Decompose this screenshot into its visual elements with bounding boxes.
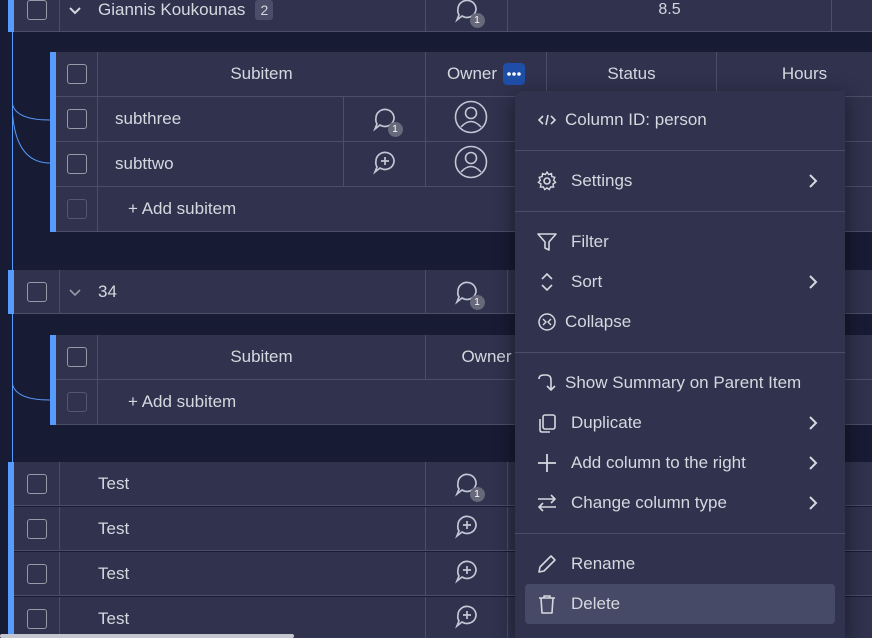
subitem-name[interactable]: subttwo (115, 154, 174, 174)
updates-icon[interactable]: 1 (453, 470, 485, 502)
subitem-name[interactable]: subthree (115, 109, 181, 129)
tree-connector (12, 100, 51, 164)
add-update-icon[interactable] (453, 557, 481, 590)
row-checkbox[interactable] (26, 473, 47, 494)
menu-item-show-summary[interactable]: Show Summary on Parent Item (525, 363, 835, 403)
column-header-subitem[interactable]: Subitem (230, 347, 292, 367)
person-avatar-icon[interactable] (454, 145, 488, 184)
updates-icon[interactable]: 1 (453, 278, 485, 310)
item-row[interactable]: Giannis Koukounas 2 1 8.5 (14, 0, 872, 32)
summary-arrow-icon (535, 371, 559, 395)
code-icon (535, 108, 559, 132)
menu-divider (515, 533, 845, 534)
updates-icon[interactable]: 1 (453, 0, 485, 28)
item-name[interactable]: Test (98, 474, 129, 494)
menu-item-label: Column ID: person (565, 110, 707, 129)
update-count: 1 (469, 486, 485, 502)
select-all-checkbox[interactable] (66, 64, 87, 84)
menu-item-label: Add column to the right (571, 453, 746, 472)
item-name[interactable]: Test (98, 519, 129, 539)
updates-icon[interactable]: 1 (371, 105, 403, 137)
sort-icon (535, 270, 559, 294)
row-checkbox (66, 199, 87, 219)
menu-divider (515, 150, 845, 151)
menu-item-label: Rename (571, 554, 636, 573)
update-count: 1 (469, 12, 485, 28)
column-context-menu: Column ID: person Settings Filter Sort C… (515, 91, 845, 638)
column-menu-icon[interactable] (503, 63, 526, 85)
menu-item-label: Collapse (565, 312, 632, 331)
item-name[interactable]: Giannis Koukounas (98, 0, 245, 20)
plus-icon (535, 451, 559, 475)
item-name[interactable]: Test (98, 609, 129, 629)
add-update-icon[interactable] (453, 602, 481, 635)
row-checkbox[interactable] (26, 0, 47, 20)
chevron-right-icon (809, 275, 818, 289)
tree-connector (12, 380, 51, 401)
menu-item-label: Change column type (571, 493, 727, 512)
column-header-subitem[interactable]: Subitem (230, 64, 292, 84)
add-update-icon[interactable] (453, 512, 481, 545)
row-checkbox[interactable] (26, 563, 47, 584)
menu-divider (515, 211, 845, 212)
row-checkbox (66, 392, 87, 412)
hours-value[interactable]: 8.5 (658, 1, 680, 19)
column-header-owner[interactable]: Owner (447, 64, 497, 84)
menu-item-change-column-type[interactable]: Change column type (525, 483, 835, 523)
chevron-down-icon[interactable] (64, 284, 86, 300)
menu-item-add-column-right[interactable]: Add column to the right (525, 443, 835, 483)
menu-item-label: Show Summary on Parent Item (565, 373, 802, 392)
person-avatar-icon[interactable] (454, 100, 488, 139)
subitem-count-badge: 2 (255, 0, 274, 20)
trash-icon (535, 592, 559, 616)
update-count: 1 (469, 294, 485, 310)
select-all-checkbox[interactable] (66, 347, 87, 367)
item-name[interactable]: 34 (98, 282, 117, 302)
column-header-status[interactable]: Status (607, 64, 655, 84)
menu-item-sort[interactable]: Sort (525, 262, 835, 302)
column-header-owner[interactable]: Owner (461, 347, 511, 367)
row-checkbox[interactable] (26, 281, 47, 302)
menu-item-settings[interactable]: Settings (525, 161, 835, 201)
gear-icon (535, 169, 559, 193)
column-header-hours[interactable]: Hours (782, 64, 827, 84)
menu-item-rename[interactable]: Rename (525, 544, 835, 584)
swap-arrows-icon (535, 491, 559, 515)
chevron-right-icon (809, 456, 818, 470)
menu-item-label: Settings (571, 171, 633, 190)
menu-divider (515, 352, 845, 353)
menu-item-filter[interactable]: Filter (525, 222, 835, 262)
row-checkbox[interactable] (66, 109, 87, 129)
duplicate-icon (535, 411, 559, 435)
row-checkbox[interactable] (26, 518, 47, 539)
horizontal-scrollbar[interactable] (0, 634, 294, 638)
menu-item-column-id[interactable]: Column ID: person (525, 100, 835, 140)
add-update-icon[interactable] (371, 148, 399, 181)
row-checkbox[interactable] (66, 154, 87, 174)
update-count: 1 (387, 122, 403, 137)
menu-item-delete[interactable]: Delete (525, 584, 835, 624)
menu-item-label: Delete (571, 594, 621, 613)
menu-item-label: Filter (571, 232, 609, 251)
chevron-right-icon (809, 496, 818, 510)
item-name[interactable]: Test (98, 564, 129, 584)
menu-item-label: Sort (571, 272, 603, 291)
add-subitem-button[interactable]: + Add subitem (128, 392, 236, 412)
pencil-icon (535, 552, 559, 576)
menu-item-collapse[interactable]: Collapse (525, 302, 835, 342)
row-checkbox[interactable] (26, 608, 47, 629)
filter-icon (535, 230, 559, 254)
chevron-right-icon (809, 416, 818, 430)
chevron-down-icon[interactable] (64, 2, 86, 18)
menu-item-duplicate[interactable]: Duplicate (525, 403, 835, 443)
menu-item-label: Duplicate (571, 413, 642, 432)
add-subitem-button[interactable]: + Add subitem (128, 199, 236, 219)
collapse-icon (535, 310, 559, 334)
chevron-right-icon (809, 174, 818, 188)
